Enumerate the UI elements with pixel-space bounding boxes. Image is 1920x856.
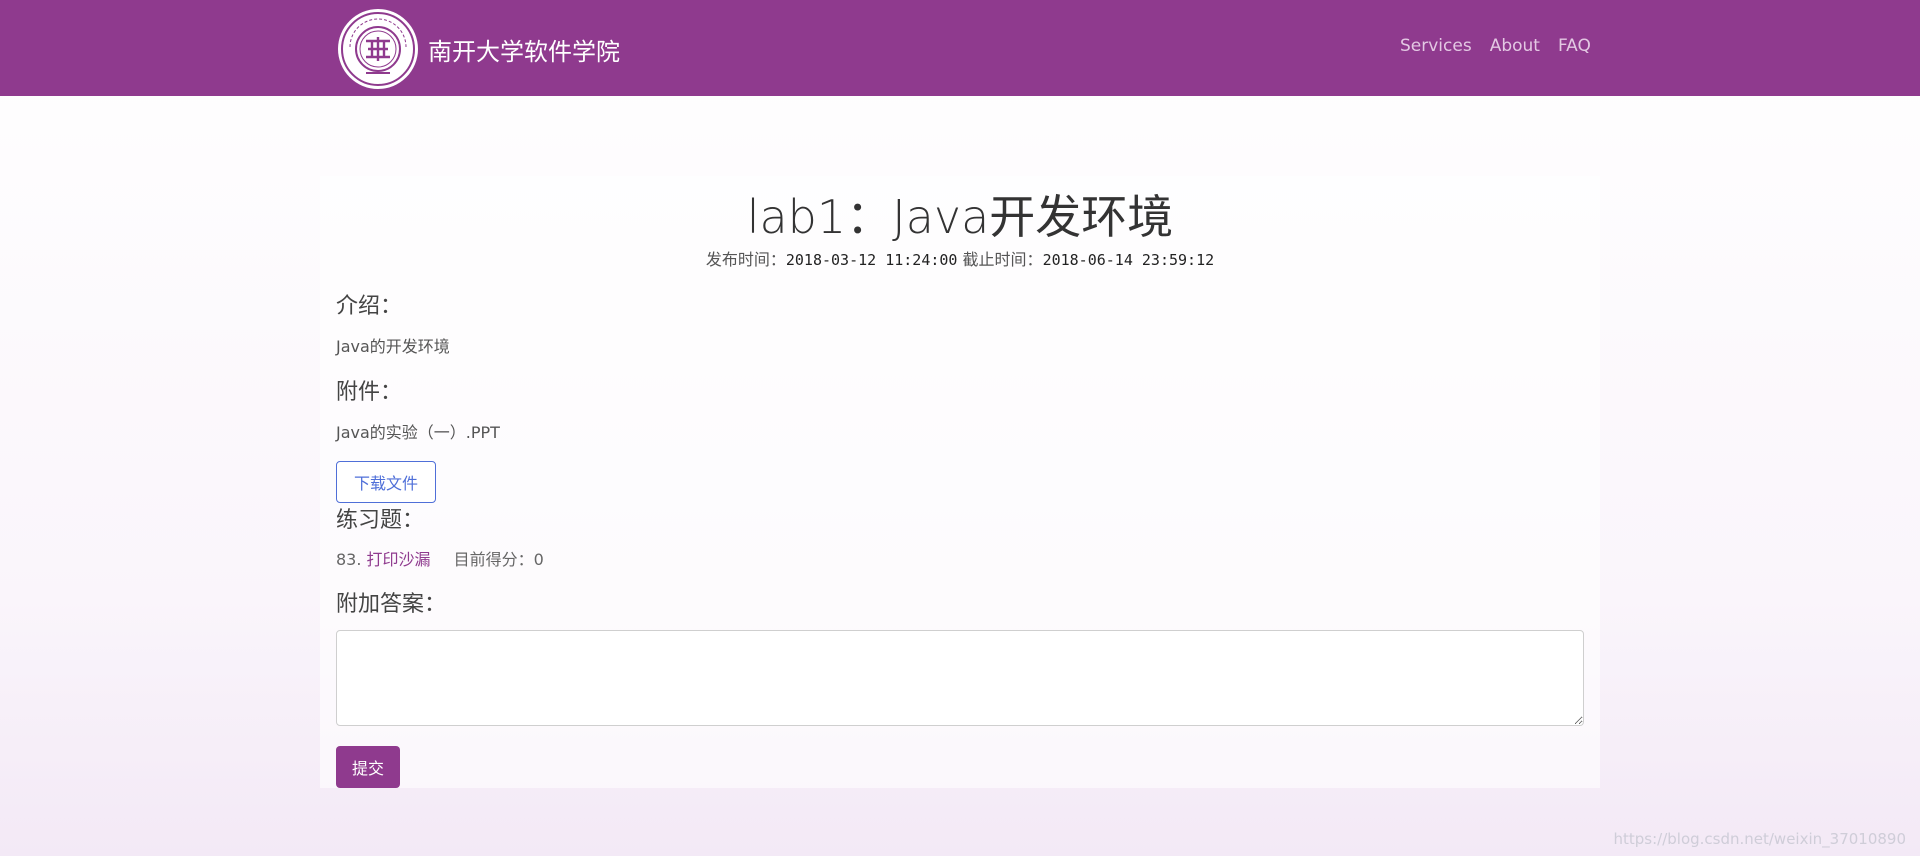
nav-about-link[interactable]: About — [1490, 36, 1540, 56]
submit-button[interactable]: 提交 — [336, 746, 400, 788]
score-value: 0 — [533, 550, 544, 569]
publish-label: 发布时间： — [705, 250, 786, 269]
exercise-title-link[interactable]: 打印沙漏 — [367, 550, 431, 569]
exercise-number: 83. — [336, 550, 362, 569]
brand-name: 南开大学软件学院 — [428, 37, 620, 66]
deadline-time: 2018-06-14 23:59:12 — [1042, 251, 1215, 269]
attachment-heading: 附件： — [336, 380, 403, 405]
nav-services-link[interactable]: Services — [1400, 36, 1472, 56]
intro-heading: 介绍： — [336, 294, 403, 319]
page-title: lab1：Java开发环境 — [746, 190, 1174, 244]
publish-time: 2018-03-12 11:24:00 — [785, 251, 958, 269]
top-navbar: 南开大学软件学院 Services About FAQ — [0, 0, 1920, 96]
watermark-text: https://blog.csdn.net/weixin_37010890 — [1613, 830, 1906, 848]
intro-text: Java的开发环境 — [336, 337, 450, 356]
brand-link[interactable]: 南开大学软件学院 — [336, 6, 620, 92]
deadline-label: 截止时间： — [962, 250, 1043, 269]
answer-heading: 附加答案： — [336, 592, 447, 617]
attachment-name: Java的实验（一）.PPT — [336, 423, 500, 442]
exercise-item: 83. 打印沙漏 目前得分：0 — [336, 546, 544, 570]
download-file-button[interactable]: 下载文件 — [336, 461, 436, 503]
exercise-heading: 练习题： — [336, 508, 425, 533]
answer-textarea[interactable] — [336, 630, 1584, 726]
nankai-university-seal-icon — [338, 9, 418, 89]
lab-detail-card: lab1：Java开发环境 发布时间：2018-03-12 11:24:00 截… — [320, 176, 1600, 788]
lab-times: 发布时间：2018-03-12 11:24:00 截止时间：2018-06-14… — [320, 246, 1600, 270]
main-nav: Services About FAQ — [1400, 36, 1591, 56]
nav-faq-link[interactable]: FAQ — [1558, 36, 1591, 56]
score-label: 目前得分： — [453, 550, 534, 569]
